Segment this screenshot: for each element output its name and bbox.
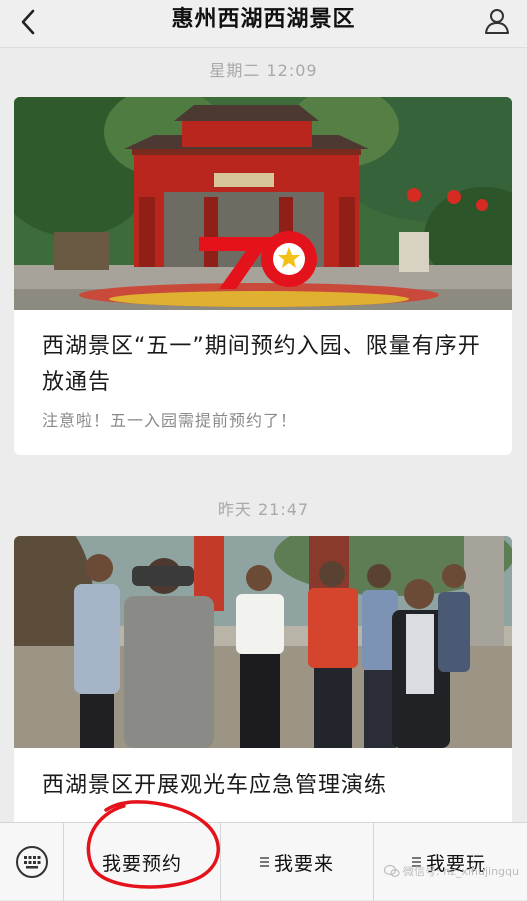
menu-item-visit[interactable]: 我要来 bbox=[221, 823, 373, 901]
watermark-text: 微信号: hz_xihujingqu bbox=[403, 863, 519, 879]
message-timestamp: 星期二 12:09 bbox=[0, 57, 527, 81]
article-digest: 注意啦！五一入园需提前预约了！ bbox=[42, 407, 488, 431]
keyboard-toggle-button[interactable] bbox=[0, 823, 64, 901]
profile-button[interactable] bbox=[477, 2, 517, 40]
menu-item-reserve[interactable]: 我要预约 bbox=[64, 823, 220, 901]
message-timestamp: 昨天 21:47 bbox=[0, 496, 527, 520]
menu-item-play[interactable]: 我要玩 bbox=[374, 823, 527, 901]
wechat-watermark: 微信号: hz_xihujingqu bbox=[384, 863, 519, 879]
submenu-icon bbox=[260, 855, 269, 869]
article-title: 西湖景区“五一”期间预约入园、限量有序开放通告 bbox=[42, 329, 488, 401]
back-button[interactable] bbox=[10, 4, 46, 40]
top-navigation-bar: 惠州西湖西湖景区 bbox=[0, 0, 527, 48]
bottom-menu-bar: 我要预约 我要来 我要玩 微信号: hz_xihujingqu bbox=[0, 822, 527, 900]
wechat-logo-icon bbox=[384, 864, 400, 878]
person-icon bbox=[482, 6, 512, 36]
article-cover-image bbox=[14, 97, 512, 310]
account-title: 惠州西湖西湖景区 bbox=[80, 0, 447, 44]
menu-item-label: 我要预约 bbox=[102, 849, 182, 876]
menu-item-label: 我要来 bbox=[274, 849, 334, 876]
chevron-left-icon bbox=[18, 8, 38, 36]
article-card[interactable]: 西湖景区开展观光车应急管理演练 bbox=[14, 536, 512, 836]
keyboard-icon bbox=[15, 845, 49, 879]
article-cover-image bbox=[14, 536, 512, 748]
article-card[interactable]: 西湖景区“五一”期间预约入园、限量有序开放通告 注意啦！五一入园需提前预约了！ bbox=[14, 97, 512, 455]
article-title: 西湖景区开展观光车应急管理演练 bbox=[42, 768, 488, 804]
